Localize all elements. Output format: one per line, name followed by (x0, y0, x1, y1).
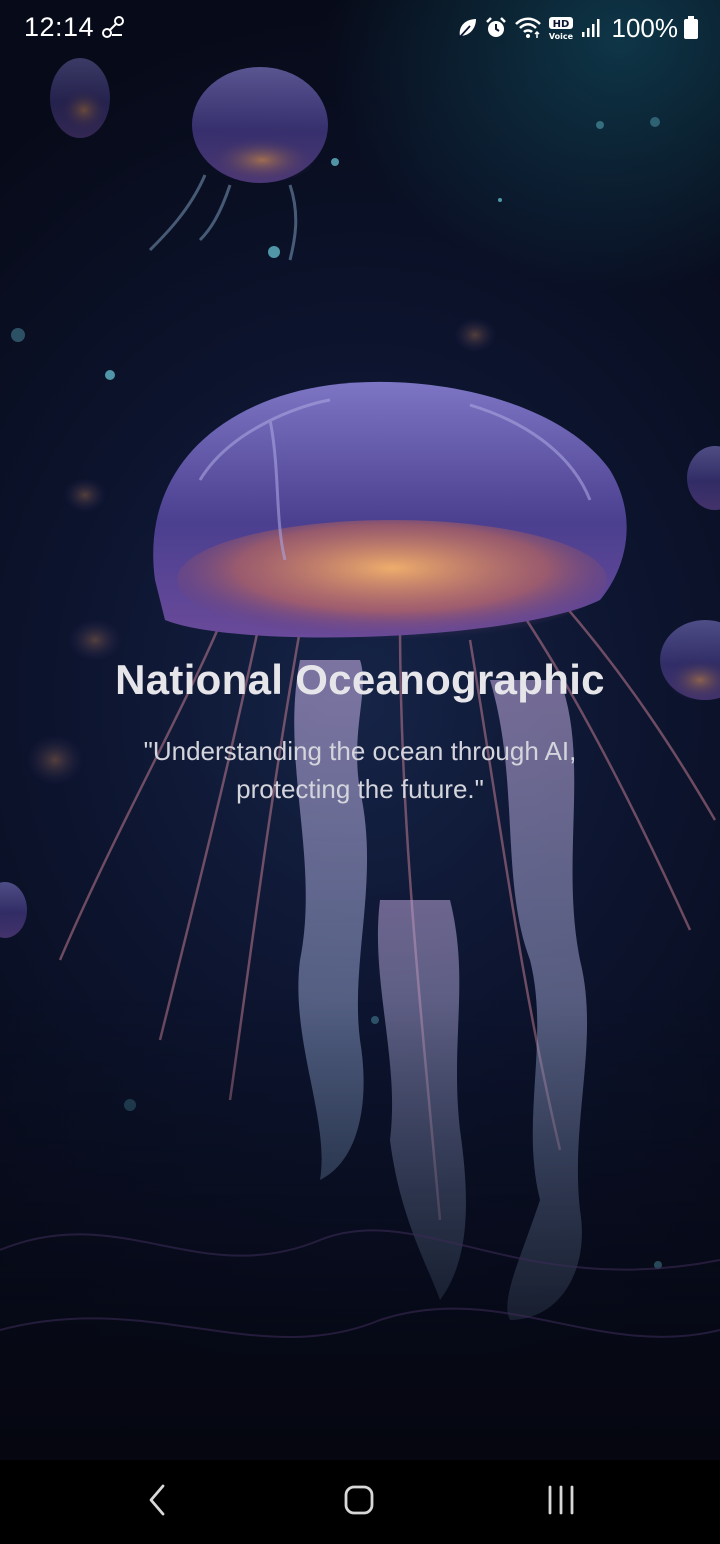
alarm-icon (484, 16, 508, 40)
home-button[interactable] (335, 1480, 383, 1524)
app-title: National Oceanographic (115, 656, 605, 703)
wifi-icon (514, 16, 542, 40)
status-bar: 12:14 HD Voice 100% (0, 0, 720, 56)
status-icons: HD Voice 100% (456, 10, 698, 46)
hd-voice-icon: HD Voice (548, 15, 574, 41)
navigation-bar (0, 1460, 720, 1544)
splash-screen: 12:14 HD Voice 100% National Oceanograph… (0, 0, 720, 1544)
battery-icon (684, 16, 698, 40)
voice-label: Voice (548, 32, 573, 41)
back-button[interactable] (134, 1480, 182, 1524)
link-icon (100, 14, 126, 40)
signal-icon (580, 16, 602, 40)
battery-percentage: 100% (611, 12, 679, 43)
tagline: "Understanding the ocean through AI, pro… (143, 736, 577, 804)
recents-icon (545, 1485, 577, 1520)
status-time: 12:14 (24, 12, 95, 42)
recents-button[interactable] (537, 1480, 585, 1524)
leaf-icon (456, 16, 478, 40)
home-icon (343, 1484, 375, 1521)
hd-label: HD (552, 19, 569, 30)
jellyfish-background-image (0, 58, 720, 1460)
back-icon (146, 1483, 170, 1522)
